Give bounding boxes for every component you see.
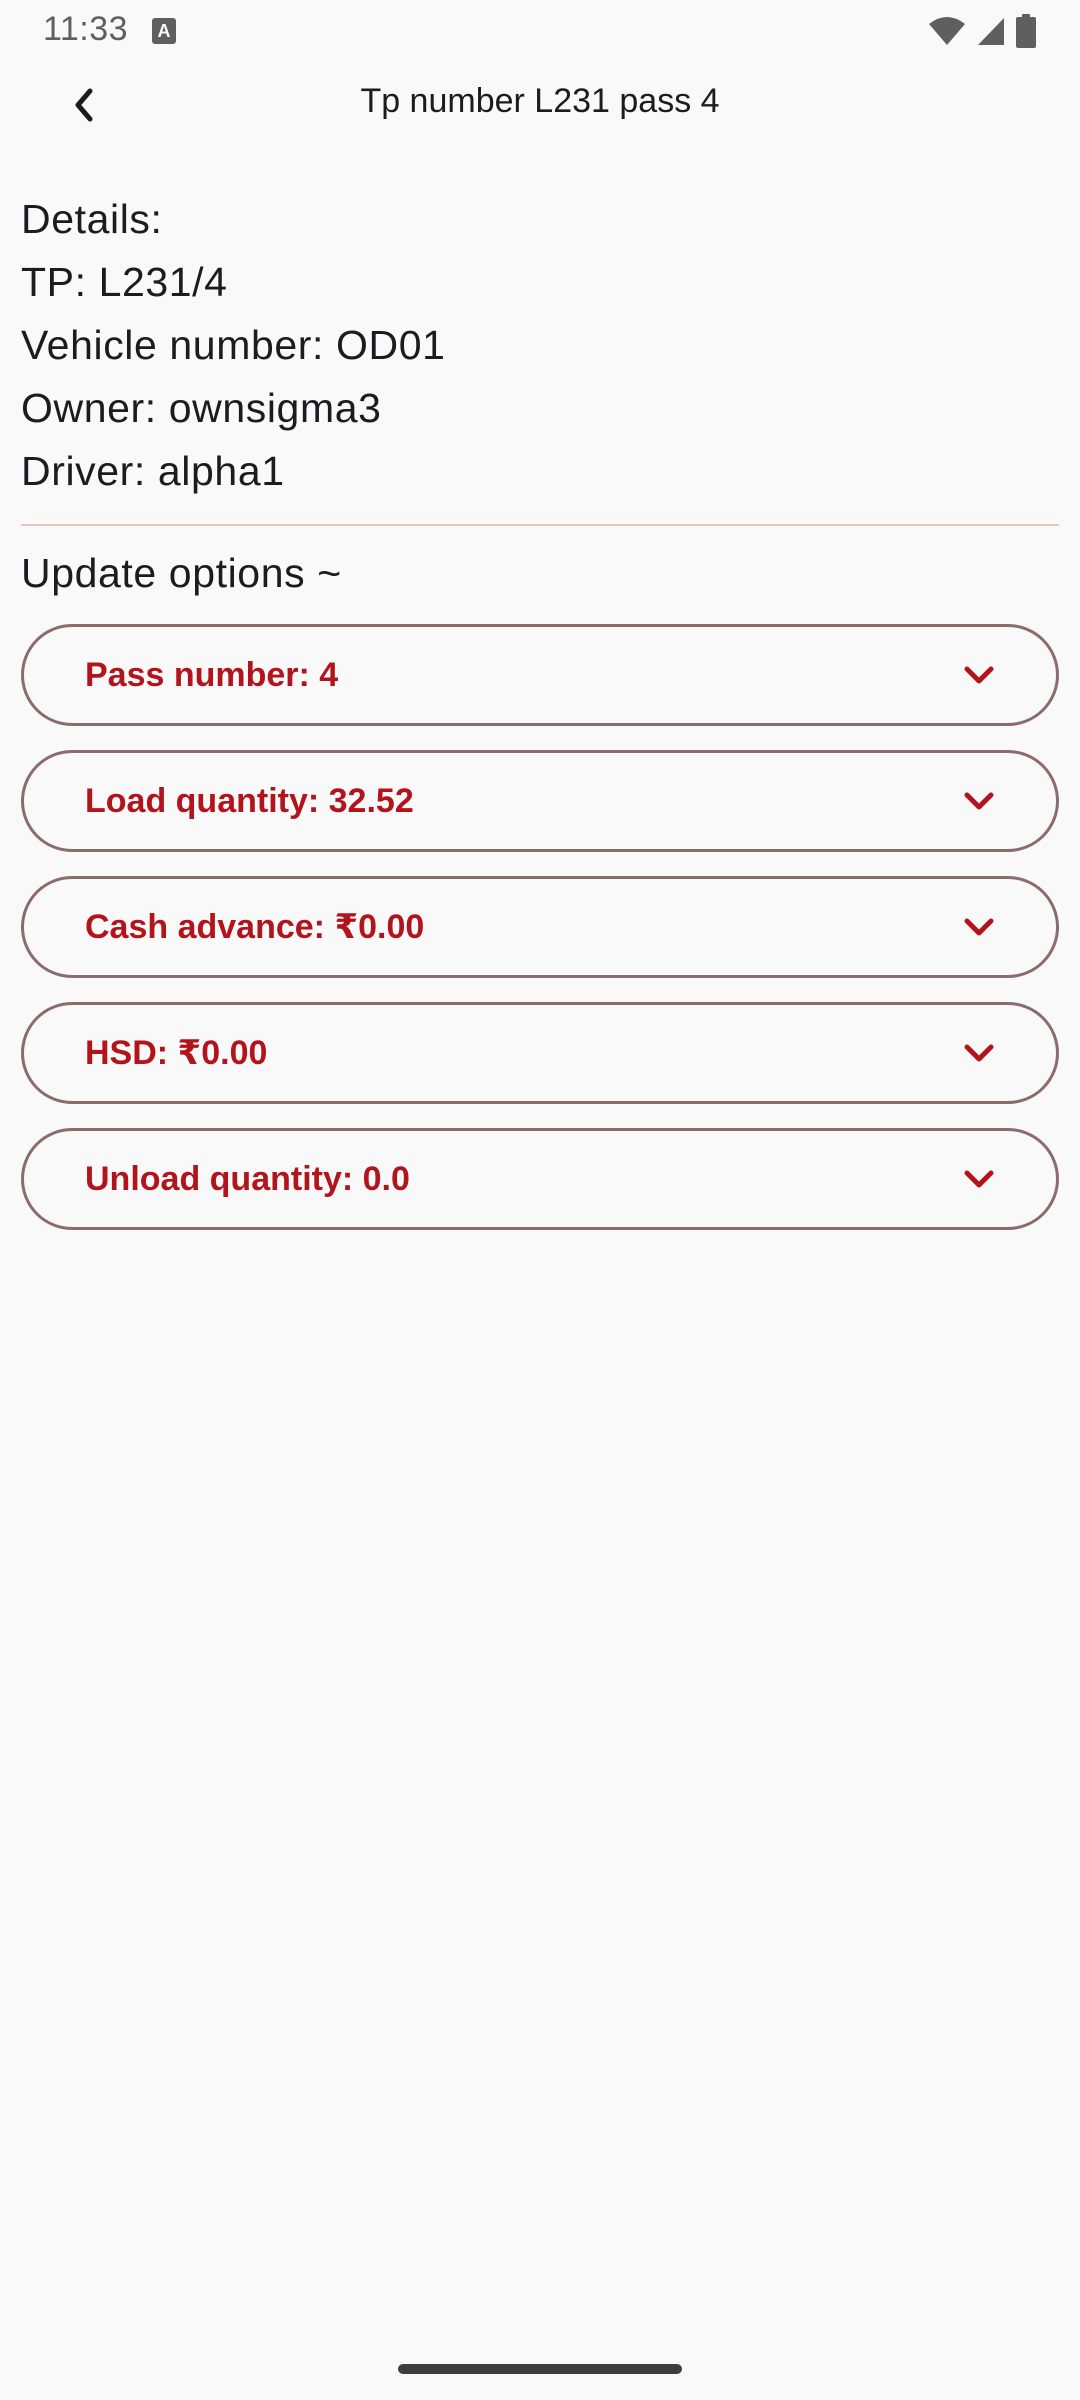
chevron-down-icon: [964, 792, 994, 810]
unload-quantity-dropdown[interactable]: Unload quantity: 0.0: [21, 1128, 1059, 1230]
dropdown-label: Pass number: 4: [85, 656, 339, 694]
details-section: Details: TP: L231/4 Vehicle number: OD01…: [21, 188, 1061, 503]
vehicle-number-detail: Vehicle number: OD01: [21, 322, 446, 368]
cellular-signal-icon: [978, 18, 1004, 45]
battery-icon: [1016, 14, 1036, 48]
cash-advance-dropdown[interactable]: Cash advance: ₹0.00: [21, 876, 1059, 978]
status-time: 11:33: [43, 10, 129, 48]
owner-detail: Owner: ownsigma3: [21, 385, 382, 431]
chevron-down-icon: [964, 1044, 994, 1062]
chevron-down-icon: [964, 918, 994, 936]
dropdown-label: HSD: ₹0.00: [85, 1034, 268, 1072]
tp-detail: TP: L231/4: [21, 259, 228, 305]
chevron-down-icon: [964, 666, 994, 684]
load-quantity-dropdown[interactable]: Load quantity: 32.52: [21, 750, 1059, 852]
gesture-navigation-bar[interactable]: [398, 2364, 682, 2374]
details-heading: Details:: [21, 196, 163, 242]
dropdown-label: Unload quantity: 0.0: [85, 1160, 410, 1198]
hsd-dropdown[interactable]: HSD: ₹0.00: [21, 1002, 1059, 1104]
status-icons: [928, 14, 1036, 48]
pass-number-dropdown[interactable]: Pass number: 4: [21, 624, 1059, 726]
page-title: Tp number L231 pass 4: [360, 82, 720, 120]
section-divider: [21, 524, 1059, 526]
wifi-icon: [929, 17, 965, 45]
notification-icon: A: [152, 18, 176, 44]
driver-detail: Driver: alpha1: [21, 448, 285, 494]
top-app-bar: Tp number L231 pass 4: [0, 60, 1080, 150]
dropdown-label: Cash advance: ₹0.00: [85, 908, 425, 946]
chevron-down-icon: [964, 1170, 994, 1188]
status-bar: 11:33 A: [0, 0, 1080, 60]
dropdown-label: Load quantity: 32.52: [85, 782, 414, 820]
update-options-heading: Update options ~: [21, 550, 342, 596]
